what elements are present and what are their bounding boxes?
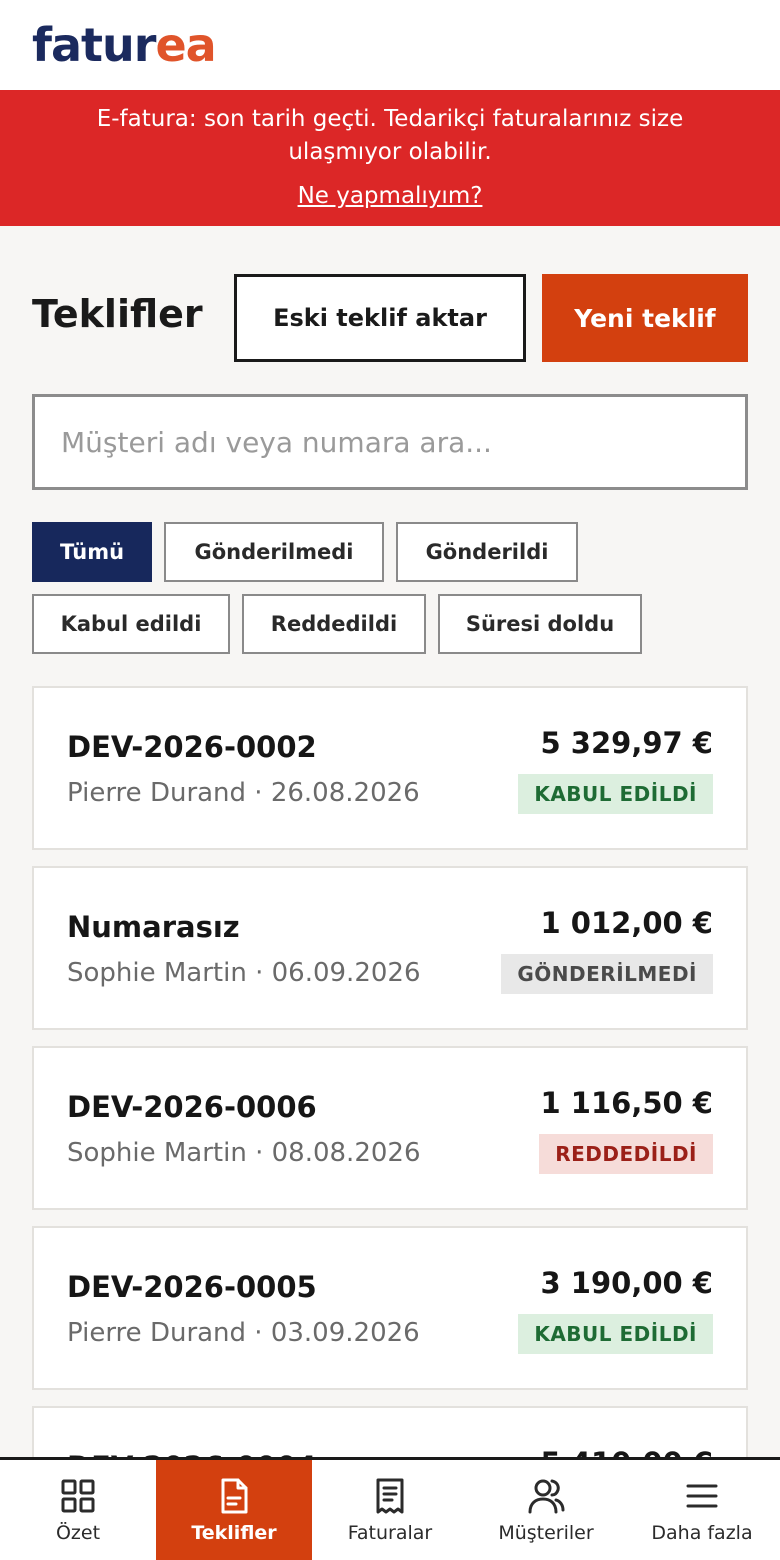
quote-card[interactable]: Numarasız Sophie Martin · 06.09.2026 1 0… (32, 866, 748, 1030)
nav-label-invoices: Faturalar (347, 1522, 433, 1544)
quote-client-date: Pierre Durand · 26.08.2026 (67, 778, 420, 808)
status-badge: KABUL EDİLDİ (518, 1314, 713, 1354)
page-title: Teklifler (32, 292, 203, 336)
quote-amount: 1 116,50 € (540, 1086, 713, 1120)
users-icon (528, 1479, 565, 1514)
new-quote-button[interactable]: Yeni teklif (542, 274, 748, 362)
quote-card[interactable]: DEV-2026-0005 Pierre Durand · 03.09.2026… (32, 1226, 748, 1390)
nav-label-overview: Özet (55, 1522, 101, 1544)
quote-client-date: Sophie Martin · 06.09.2026 (67, 958, 421, 988)
nav-item-clients[interactable]: Müşteriler (468, 1460, 624, 1560)
logo-text-primary: fatur (32, 18, 156, 72)
nav-item-more[interactable]: Daha fazla (624, 1460, 780, 1560)
filter-chip-all[interactable]: Tümü (32, 522, 152, 582)
nav-label-more: Daha fazla (651, 1522, 753, 1544)
nav-label-quotes: Teklifler (191, 1522, 277, 1544)
quote-number: DEV-2026-0005 (67, 1270, 317, 1304)
e-invoice-alert-banner: E-fatura: son tarih geçti. Tedarikçi fat… (0, 90, 780, 226)
document-icon (221, 1478, 248, 1514)
status-badge: GÖNDERİLMEDİ (501, 954, 713, 994)
quote-amount: 1 012,00 € (540, 906, 713, 940)
nav-label-clients: Müşteriler (498, 1522, 594, 1544)
quote-number: Numarasız (67, 910, 240, 944)
filter-chip-rejected[interactable]: Reddedildi (242, 594, 426, 654)
filter-chip-accepted[interactable]: Kabul edildi (32, 594, 230, 654)
status-badge: KABUL EDİLDİ (518, 774, 713, 814)
bottom-navigation: Özet Teklifler Faturalar Müşteriler Daha… (0, 1457, 780, 1560)
quote-number: DEV-2026-0006 (67, 1090, 317, 1124)
quote-number: DEV-2026-0002 (67, 730, 317, 764)
alert-message: E-fatura: son tarih geçti. Tedarikçi fat… (96, 106, 684, 165)
quote-card[interactable]: DEV-2026-0002 Pierre Durand · 26.08.2026… (32, 686, 748, 850)
search-input[interactable] (32, 394, 748, 490)
nav-item-quotes[interactable]: Teklifler (156, 1460, 312, 1560)
nav-item-overview[interactable]: Özet (0, 1460, 156, 1560)
grid-icon (61, 1479, 95, 1513)
faturea-logo[interactable]: faturea (32, 22, 217, 68)
status-badge: REDDEDİLDİ (539, 1134, 713, 1174)
quote-client-date: Pierre Durand · 03.09.2026 (67, 1318, 420, 1348)
alert-help-link[interactable]: Ne yapmalıyım? (298, 183, 483, 209)
app-header: faturea (0, 0, 780, 90)
quote-amount: 5 329,97 € (540, 726, 713, 760)
quote-client-date: Sophie Martin · 08.08.2026 (67, 1138, 421, 1168)
quote-amount: 3 190,00 € (540, 1266, 713, 1300)
nav-item-invoices[interactable]: Faturalar (312, 1460, 468, 1560)
filter-chip-sent[interactable]: Gönderildi (396, 522, 578, 582)
filter-chip-expired[interactable]: Süresi doldu (438, 594, 642, 654)
logo-text-accent: ea (155, 18, 216, 72)
import-old-quote-button[interactable]: Eski teklif aktar (234, 274, 526, 362)
filter-chip-not-sent[interactable]: Gönderilmedi (164, 522, 384, 582)
quote-card[interactable]: DEV-2026-0006 Sophie Martin · 08.08.2026… (32, 1046, 748, 1210)
menu-icon (686, 1484, 718, 1508)
receipt-icon (376, 1478, 404, 1514)
